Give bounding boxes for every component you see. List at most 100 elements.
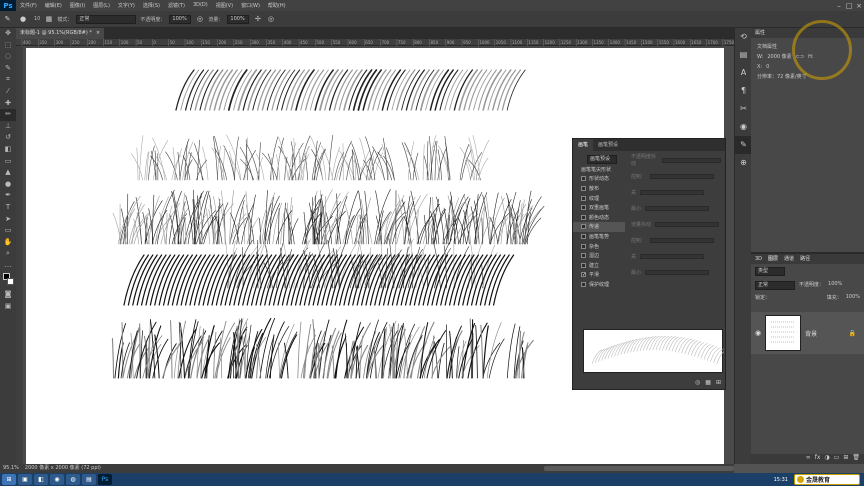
checkbox[interactable] xyxy=(581,243,586,249)
dodge-tool-icon[interactable]: ● xyxy=(0,179,16,191)
trash-icon[interactable]: 🗑 xyxy=(852,454,860,464)
opacity-field[interactable]: 100% xyxy=(169,14,192,24)
dynamics-slider[interactable] xyxy=(645,269,710,275)
menu-item[interactable]: 视图(V) xyxy=(212,2,237,9)
taskbar-photoshop-icon[interactable]: Ps xyxy=(98,474,112,485)
mode-select[interactable]: 正常 xyxy=(76,14,137,24)
menu-item[interactable]: 3D(D) xyxy=(189,2,212,9)
tab-1[interactable]: 图层 xyxy=(768,254,778,264)
brush-option-item[interactable]: 画笔笔尖形状 xyxy=(573,165,625,175)
taskbar-app-icon[interactable]: ▣ xyxy=(18,474,32,485)
healing-tool-icon[interactable]: ✚ xyxy=(0,98,16,110)
taskbar-app-icon[interactable]: ◉ xyxy=(50,474,64,485)
clone-source-icon[interactable]: ⊕ xyxy=(735,154,752,172)
tab-0[interactable]: 3D xyxy=(755,254,762,264)
color-swatch-icon[interactable] xyxy=(0,271,16,289)
visibility-eye-icon[interactable]: ◉ xyxy=(755,329,761,337)
properties-icon[interactable]: ▤ xyxy=(735,46,752,64)
checkbox[interactable] xyxy=(581,234,586,240)
quick-select-tool-icon[interactable]: ✎ xyxy=(0,63,16,75)
tab-brush[interactable]: 画笔 xyxy=(573,139,594,151)
menu-item[interactable]: 文字(Y) xyxy=(114,2,139,9)
stamp-tool-icon[interactable]: ⊥ xyxy=(0,121,16,133)
shape-tool-icon[interactable]: ▭ xyxy=(0,225,16,237)
zoom-readout[interactable]: 95.1% xyxy=(3,464,19,473)
fx-icon[interactable]: fx xyxy=(815,454,821,464)
eraser-tool-icon[interactable]: ◧ xyxy=(0,144,16,156)
close-tab-icon[interactable]: × xyxy=(96,28,100,39)
brush-option-item[interactable]: 纹理 xyxy=(573,193,625,203)
close-icon[interactable]: × xyxy=(854,2,864,10)
dynamics-slider[interactable] xyxy=(640,253,705,259)
menu-item[interactable]: 选择(S) xyxy=(139,2,164,9)
brush-preset-picker[interactable]: ● xyxy=(16,15,30,24)
dynamics-slider[interactable] xyxy=(662,157,721,163)
marquee-tool-icon[interactable]: ⬚ xyxy=(0,40,16,52)
type-tool-icon[interactable]: T xyxy=(0,202,16,214)
history-brush-icon[interactable]: ↺ xyxy=(0,132,16,144)
history-icon[interactable]: ⟲ xyxy=(735,28,752,46)
menu-item[interactable]: 编辑(E) xyxy=(41,2,66,9)
zoom-tool-icon[interactable]: ⌕ xyxy=(0,248,16,260)
brush-panel-icon[interactable]: ✎ xyxy=(735,136,752,154)
brush-option-item[interactable]: 散布 xyxy=(573,184,625,194)
checkbox[interactable] xyxy=(581,224,586,230)
tab-2[interactable]: 通道 xyxy=(784,254,794,264)
crop-tool-icon[interactable]: ⌗ xyxy=(0,74,16,86)
flow-field[interactable]: 100% xyxy=(227,14,250,24)
lasso-tool-icon[interactable]: ◌ xyxy=(0,51,16,63)
start-button[interactable]: ⊞ xyxy=(2,474,16,485)
checkbox[interactable]: ✓ xyxy=(581,272,586,278)
gradient-tool-icon[interactable]: ▭ xyxy=(0,156,16,168)
dynamics-slider[interactable] xyxy=(650,173,715,179)
path-select-tool-icon[interactable]: ➤ xyxy=(0,214,16,226)
new-preset-icon[interactable]: ⊞ xyxy=(716,379,721,386)
brush-option-item[interactable]: 画笔笔势 xyxy=(573,232,625,242)
screen-mode-icon[interactable]: ▣ xyxy=(0,301,16,313)
menu-item[interactable]: 滤镜(T) xyxy=(164,2,189,9)
menu-item[interactable]: 图层(L) xyxy=(89,2,114,9)
brush-option-item[interactable]: 传递 xyxy=(573,222,625,232)
brush-presets-icon[interactable]: ◉ xyxy=(735,118,752,136)
checkbox[interactable] xyxy=(581,282,586,288)
new-layer-icon[interactable]: ⊞ xyxy=(843,454,848,464)
link-layers-icon[interactable]: ∞ xyxy=(806,454,811,464)
taskbar-app-icon[interactable]: ◍ xyxy=(66,474,80,485)
brush-option-item[interactable]: 建立 xyxy=(573,261,625,271)
checkbox[interactable] xyxy=(581,205,586,211)
brush-option-item[interactable]: 杂色 xyxy=(573,241,625,251)
h-scrollbar[interactable] xyxy=(544,466,734,471)
eyedropper-tool-icon[interactable]: ⁄ xyxy=(0,86,16,98)
menu-item[interactable]: 帮助(H) xyxy=(264,2,290,9)
brush-panel-toggle-icon[interactable]: ▦ xyxy=(44,15,53,24)
taskbar-app-icon[interactable]: ◧ xyxy=(34,474,48,485)
move-tool-icon[interactable]: ✥ xyxy=(0,28,16,40)
checkbox[interactable] xyxy=(581,214,586,220)
folder-icon[interactable]: ▭ xyxy=(834,454,840,464)
menu-item[interactable]: 图像(I) xyxy=(66,2,89,9)
tools-panel-icon[interactable]: ✂ xyxy=(735,100,752,118)
dynamics-slider[interactable] xyxy=(650,237,715,243)
checkbox[interactable] xyxy=(581,253,586,259)
w-value[interactable]: 2000 像素 xyxy=(767,52,791,62)
tab-3[interactable]: 路径 xyxy=(800,254,810,264)
tab-brush-presets[interactable]: 画笔预设 xyxy=(593,139,623,151)
menu-item[interactable]: 窗口(W) xyxy=(237,2,264,9)
toggle-live-tip-icon[interactable]: ◎ xyxy=(695,379,700,386)
taskbar-app-icon[interactable]: ▤ xyxy=(82,474,96,485)
checkbox[interactable] xyxy=(581,176,586,182)
layer-opacity-value[interactable]: 100% xyxy=(828,281,842,290)
mask-icon[interactable]: ◑ xyxy=(824,454,829,464)
pen-tool-icon[interactable]: ✒ xyxy=(0,190,16,202)
airbrush-icon[interactable]: ✢ xyxy=(253,15,262,24)
fill-value[interactable]: 100% xyxy=(846,294,860,301)
dynamics-slider[interactable] xyxy=(645,205,710,211)
checkbox[interactable] xyxy=(581,262,586,268)
maximize-icon[interactable]: □ xyxy=(844,2,854,10)
checkbox[interactable] xyxy=(581,195,586,201)
pressure-size-icon[interactable]: ◎ xyxy=(266,15,275,24)
brush-presets-button[interactable]: 画笔预设 xyxy=(573,155,625,165)
brush-option-item[interactable]: 颜色动态 xyxy=(573,213,625,223)
menu-item[interactable]: 文件(F) xyxy=(16,2,41,9)
pressure-opacity-icon[interactable]: ◎ xyxy=(195,15,204,24)
